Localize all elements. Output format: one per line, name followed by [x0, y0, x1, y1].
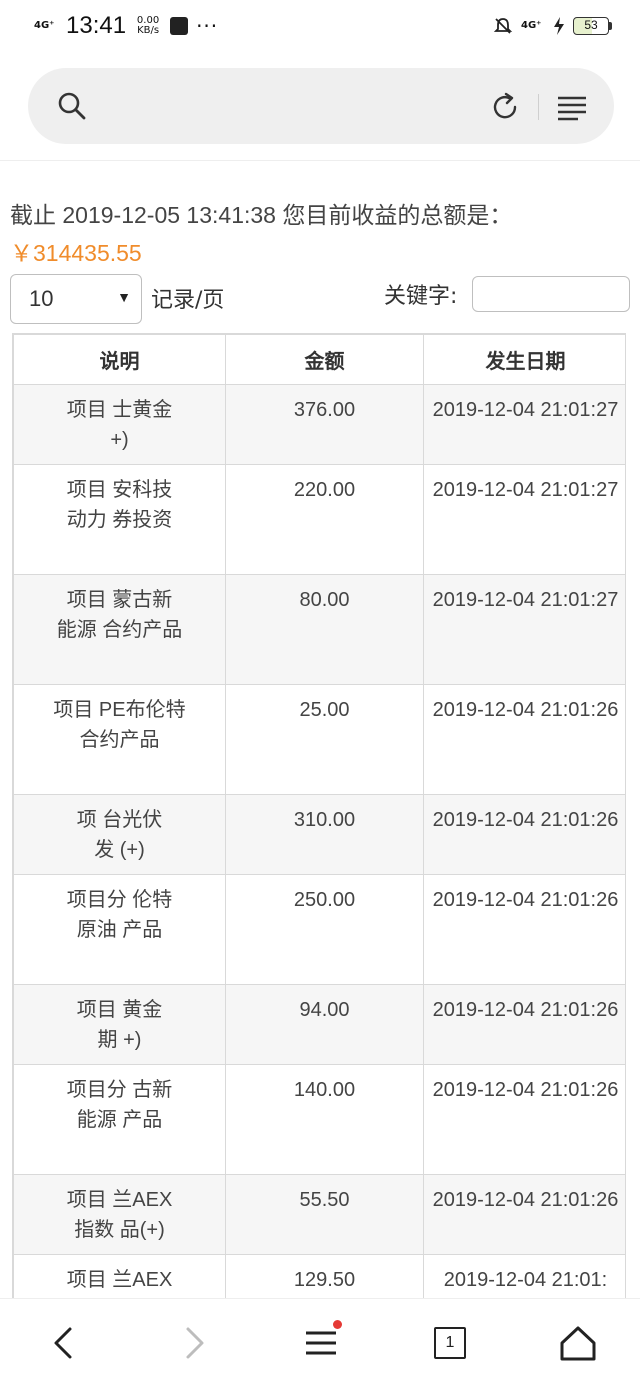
clock: 13:41 — [66, 12, 127, 39]
table-row: 项目分 古新 能源 产品 140.00 2019-12-04 21:01:26 — [13, 1064, 625, 1175]
search-icon[interactable] — [56, 90, 88, 122]
cell-amount: 55.50 — [225, 1174, 424, 1255]
earnings-summary: 截止 2019-12-05 13:41:38 您目前收益的总额是： ￥314435… — [10, 196, 634, 272]
keyword-input[interactable] — [472, 276, 630, 312]
cell-date: 2019-12-04 21:01:26 — [423, 794, 625, 875]
cell-date: 2019-12-04 21:01:26 — [423, 684, 625, 795]
cell-amount: 25.00 — [225, 684, 424, 795]
cell-date: 2019-12-04 21:01:27 — [423, 464, 625, 575]
cell-description: 项目 安科技 动力 券投资 — [13, 464, 226, 575]
cell-date: 2019-12-04 21:01:26 — [423, 874, 625, 985]
cell-description: 项目 兰AEX — [13, 1254, 226, 1298]
cell-description: 项 台光伏 发 (+) — [13, 794, 226, 875]
cell-date: 2019-12-04 21:01:27 — [423, 384, 625, 465]
cell-description: 项目 蒙古新 能源 合约产品 — [13, 574, 226, 685]
cell-description: 项目 士黄金 +) — [13, 384, 226, 465]
cell-description: 项目 PE布伦特 合约产品 — [13, 684, 226, 795]
cell-description: 项目分 古新 能源 产品 — [13, 1064, 226, 1175]
cell-description: 项目 兰AEX 指数 品(+) — [13, 1174, 226, 1255]
address-separator — [538, 94, 539, 120]
total-amount: ￥314435.55 — [10, 240, 142, 266]
address-bar[interactable] — [28, 68, 614, 144]
network-right-icon: 4G⁺ — [521, 20, 542, 31]
table-row: 项目 安科技 动力 券投资 220.00 2019-12-04 21:01:27 — [13, 464, 625, 575]
per-page-label: 记录/页 — [151, 288, 225, 313]
forward-icon[interactable] — [170, 1323, 214, 1363]
table-row: 项目 兰AEX 指数 品(+) 55.50 2019-12-04 21:01:26 — [13, 1174, 625, 1255]
column-header-date[interactable]: 发生日期 — [423, 334, 625, 385]
app-notification-icon — [170, 17, 189, 35]
cell-date: 2019-12-04 21:01: — [423, 1254, 625, 1298]
column-header-description[interactable]: 说明 — [13, 334, 226, 385]
notification-dot — [333, 1320, 342, 1329]
cell-amount: 94.00 — [225, 984, 424, 1065]
keyword-label: 关键字: — [384, 284, 458, 309]
cell-date: 2019-12-04 21:01:27 — [423, 574, 625, 685]
cell-date: 2019-12-04 21:01:26 — [423, 1174, 625, 1255]
cell-date: 2019-12-04 21:01:26 — [423, 1064, 625, 1175]
tab-count: 1 — [434, 1327, 466, 1359]
table-row: 项 台光伏 发 (+) 310.00 2019-12-04 21:01:26 — [13, 794, 625, 875]
dropdown-arrow-icon: ▼ — [117, 289, 131, 305]
battery-tip — [609, 22, 612, 30]
table-row: 项目 黄金 期 +) 94.00 2019-12-04 21:01:26 — [13, 984, 625, 1065]
table-row: 项目 PE布伦特 合约产品 25.00 2019-12-04 21:01:26 — [13, 684, 625, 795]
earnings-table: 说明 金额 发生日期 项目 士黄金 +) 376.00 2019-12-04 21:… — [12, 333, 626, 1298]
table-header-row: 说明 金额 发生日期 — [13, 334, 625, 385]
table-row: 项目 士黄金 +) 376.00 2019-12-04 21:01:27 — [13, 384, 625, 465]
status-bar: 4G⁺ 13:41 0.00 KB/s ··· 4G⁺ 53 — [0, 0, 640, 52]
battery-level: 53 — [573, 17, 609, 35]
page-size-value: 10 — [29, 286, 54, 311]
signal-icon: 4G⁺ — [34, 20, 55, 31]
charging-icon — [554, 17, 564, 35]
menu-button[interactable] — [300, 1320, 344, 1363]
table-row: 项目分 伦特 原油 产品 250.00 2019-12-04 21:01:26 — [13, 874, 625, 985]
summary-text: 截止 2019-12-05 13:41:38 您目前收益的总额是： — [10, 202, 513, 228]
cell-amount: 310.00 — [225, 794, 424, 875]
table-row: 项目 兰AEX 129.50 2019-12-04 21:01: — [13, 1254, 625, 1298]
cell-amount: 376.00 — [225, 384, 424, 465]
cell-amount: 250.00 — [225, 874, 424, 985]
column-header-amount[interactable]: 金额 — [225, 334, 424, 385]
battery-icon: 53 — [573, 17, 612, 35]
cell-description: 项目 黄金 期 +) — [13, 984, 226, 1065]
home-icon[interactable] — [556, 1323, 600, 1363]
hamburger-icon — [306, 1331, 336, 1355]
page-size-select[interactable]: 10 ▼ — [10, 274, 142, 324]
cell-amount: 129.50 — [225, 1254, 424, 1298]
status-right: 4G⁺ 53 — [493, 16, 612, 36]
cell-date: 2019-12-04 21:01:26 — [423, 984, 625, 1065]
cell-amount: 220.00 — [225, 464, 424, 575]
status-left: 4G⁺ 13:41 0.00 KB/s ··· — [34, 12, 218, 40]
network-speed: 0.00 KB/s — [134, 16, 162, 36]
mute-bell-icon — [493, 18, 513, 34]
divider — [0, 160, 640, 161]
menu-icon[interactable] — [556, 92, 588, 122]
cell-amount: 80.00 — [225, 574, 424, 685]
refresh-icon[interactable] — [488, 90, 522, 124]
tabs-button[interactable]: 1 — [428, 1323, 472, 1363]
bottom-nav: 1 — [0, 1298, 640, 1387]
speed-unit: KB/s — [137, 25, 160, 36]
cell-amount: 140.00 — [225, 1064, 424, 1175]
more-notifications-icon: ··· — [196, 14, 219, 38]
back-icon[interactable] — [44, 1323, 88, 1363]
table-row: 项目 蒙古新 能源 合约产品 80.00 2019-12-04 21:01:27 — [13, 574, 625, 685]
cell-description: 项目分 伦特 原油 产品 — [13, 874, 226, 985]
